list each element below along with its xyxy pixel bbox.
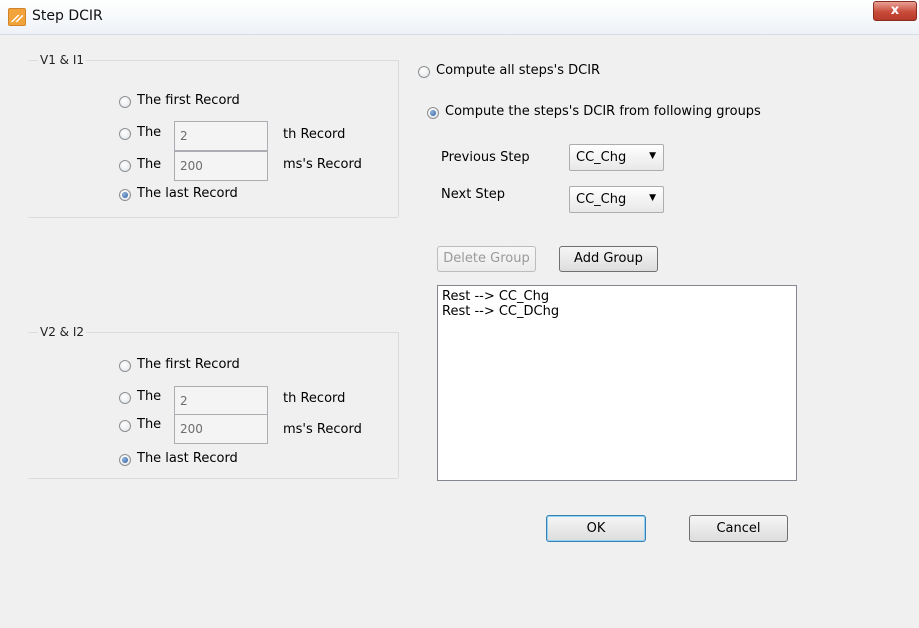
add-group-button[interactable]: Add Group <box>559 246 658 272</box>
v1-first-record-radio[interactable] <box>119 96 131 108</box>
v2-ms-record-radio[interactable] <box>119 420 131 432</box>
v2-nth-record-radio[interactable] <box>119 392 131 404</box>
chevron-down-icon: ▼ <box>649 151 656 161</box>
cancel-button[interactable]: Cancel <box>689 515 788 542</box>
v1-last-record-label: The last Record <box>137 186 238 201</box>
delete-group-button[interactable]: Delete Group <box>437 246 536 272</box>
group-border <box>28 217 398 218</box>
close-button[interactable]: x <box>873 1 917 21</box>
ok-button[interactable]: OK <box>546 515 646 542</box>
v1-the-label: The <box>137 125 162 140</box>
v1-nth-record-input[interactable] <box>174 121 268 151</box>
v1-nth-suffix: th Record <box>283 127 346 142</box>
next-step-label: Next Step <box>441 187 506 202</box>
v2-ms-suffix: ms's Record <box>283 422 362 437</box>
group-border <box>398 332 399 478</box>
v2-last-record-label: The last Record <box>137 451 238 466</box>
v2-last-record-radio[interactable] <box>119 454 131 466</box>
v1i1-title: V1 & I1 <box>38 53 87 67</box>
v2i2-title: V2 & I2 <box>38 325 87 339</box>
list-item[interactable]: Rest --> CC_DChg <box>442 304 792 319</box>
group-border <box>28 478 398 479</box>
v1-last-record-radio[interactable] <box>119 189 131 201</box>
next-step-value: CC_Chg <box>576 192 627 207</box>
v2-first-record-label: The first Record <box>137 357 240 372</box>
v2-nth-suffix: th Record <box>283 391 346 406</box>
title-bar: Step DCIR x <box>0 0 919 35</box>
v1-the-label-2: The <box>137 157 162 172</box>
compute-all-radio[interactable] <box>418 66 430 78</box>
group-border <box>398 60 399 217</box>
v2-nth-record-input[interactable] <box>174 386 268 416</box>
v2-first-record-radio[interactable] <box>119 360 131 372</box>
previous-step-label: Previous Step <box>441 150 530 165</box>
v1-first-record-label: The first Record <box>137 93 240 108</box>
previous-step-value: CC_Chg <box>576 150 627 165</box>
v1-ms-record-input[interactable] <box>174 151 268 181</box>
window-title: Step DCIR <box>32 8 103 24</box>
compute-groups-label: Compute the steps's DCIR from following … <box>445 104 761 119</box>
compute-groups-radio[interactable] <box>427 107 439 119</box>
groups-listbox[interactable]: Rest --> CC_Chg Rest --> CC_DChg <box>437 285 797 481</box>
v1-ms-record-radio[interactable] <box>119 160 131 172</box>
next-step-select[interactable]: CC_Chg ▼ <box>569 186 664 213</box>
compute-all-label: Compute all steps's DCIR <box>436 63 601 78</box>
chevron-down-icon: ▼ <box>649 193 656 203</box>
v2-the-label: The <box>137 389 162 404</box>
v1-ms-suffix: ms's Record <box>283 157 362 172</box>
v2-the-label-2: The <box>137 417 162 432</box>
v2-ms-record-input[interactable] <box>174 414 268 444</box>
app-chart-icon <box>8 8 26 26</box>
v1-nth-record-radio[interactable] <box>119 128 131 140</box>
list-item[interactable]: Rest --> CC_Chg <box>442 289 792 304</box>
previous-step-select[interactable]: CC_Chg ▼ <box>569 144 664 171</box>
